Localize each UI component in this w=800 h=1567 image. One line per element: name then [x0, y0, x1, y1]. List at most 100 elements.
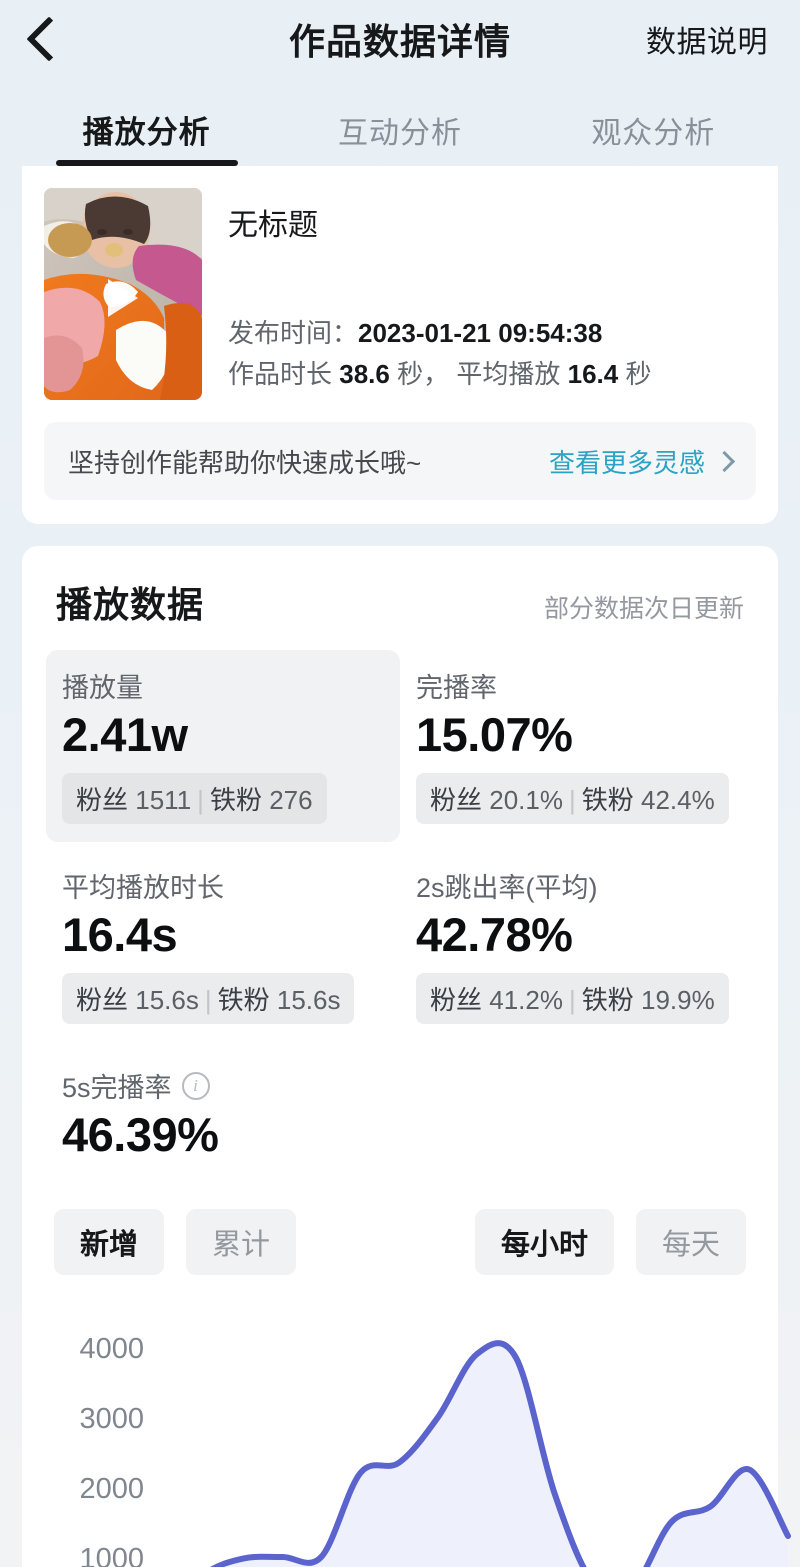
fans-label: 粉丝: [430, 785, 483, 816]
video-meta-lines: 发布时间：2023-01-21 09:54:38 作品时长 38.6 秒， 平均…: [228, 313, 756, 400]
chart-metric-toggle-group: 新增 累计: [54, 1209, 297, 1276]
metric-play-count[interactable]: 播放量 2.41w 粉丝 1511 | 铁粉 276: [46, 650, 400, 843]
play-data-note: 部分数据次日更新: [543, 595, 744, 623]
publish-time-label: 发布时间：: [228, 318, 359, 349]
metric-label: 2s跳出率(平均): [416, 866, 738, 905]
publish-time-line: 发布时间：2023-01-21 09:54:38: [228, 313, 756, 353]
fans-label: 粉丝: [76, 985, 129, 1016]
video-thumbnail[interactable]: [44, 188, 202, 400]
play-trend-chart[interactable]: 1000 2000 3000 4000: [46, 1297, 791, 1567]
play-data-header: 播放数据 部分数据次日更新: [46, 576, 754, 628]
metric-label: 播放量: [62, 666, 384, 705]
iron-fans-value: 276: [269, 785, 313, 816]
breakdown-separator: |: [204, 985, 212, 1016]
y-axis-tick-label: 1000: [79, 1543, 144, 1567]
banner-link-label: 查看更多灵感: [548, 447, 705, 478]
fans-value: 15.6s: [135, 985, 199, 1016]
inspiration-banner[interactable]: 坚持创作能帮助你快速成长哦~ 查看更多灵感: [44, 422, 756, 500]
iron-fans-label: 铁粉: [581, 985, 634, 1016]
chart-granularity-toggle-group: 每小时 每天: [474, 1209, 746, 1276]
chart-area-fill: [217, 1343, 788, 1567]
back-button[interactable]: [0, 0, 90, 78]
chevron-left-icon: [26, 16, 72, 62]
video-title: 无标题: [228, 209, 318, 242]
duration-separator: ，: [423, 358, 450, 389]
tab-label: 互动分析: [337, 117, 462, 150]
avg-play-value: 16.4: [567, 358, 619, 389]
metric-breakdown: 粉丝 20.1% | 铁粉 42.4%: [416, 773, 729, 825]
fans-value: 41.2%: [489, 985, 563, 1016]
video-row: 无标题 发布时间：2023-01-21 09:54:38 作品时长 38.6 秒…: [44, 188, 756, 400]
play-triangle-icon: [108, 279, 138, 318]
chart-svg: 1000 2000 3000 4000: [79, 1333, 791, 1567]
chart-filter-row: 新增 累计 每小时 每天: [46, 1209, 754, 1276]
video-meta: 无标题 发布时间：2023-01-21 09:54:38 作品时长 38.6 秒…: [228, 188, 756, 400]
y-axis-tick-label: 3000: [79, 1403, 144, 1435]
publish-time-value: 2023-01-21 09:54:38: [358, 318, 603, 349]
metric-label-text: 平均播放时长: [62, 873, 224, 904]
metric-2s-bounce-rate[interactable]: 2s跳出率(平均) 42.78% 粉丝 41.2% | 铁粉 19.9%: [400, 850, 754, 1042]
metric-value: 46.39%: [62, 1108, 219, 1162]
metric-breakdown: 粉丝 41.2% | 铁粉 19.9%: [416, 973, 729, 1025]
metric-label-text: 播放量: [62, 673, 143, 703]
tab-bar: 播放分析 互动分析 观众分析: [0, 78, 800, 166]
metric-value: 2.41w: [62, 708, 188, 761]
duration-value: 38.6: [339, 358, 390, 389]
tab-play-analysis[interactable]: 播放分析: [20, 107, 273, 166]
metric-breakdown: 粉丝 1511 | 铁粉 276: [62, 773, 327, 825]
duration-line: 作品时长 38.6 秒， 平均播放 16.4 秒: [228, 354, 756, 394]
metric-label-text: 2s跳出率(平均): [416, 873, 598, 904]
metric-completion-rate[interactable]: 完播率 15.07% 粉丝 20.1% | 铁粉 42.4%: [400, 650, 754, 842]
metric-label-text: 5s完播率: [62, 1073, 172, 1104]
fans-label: 粉丝: [430, 985, 483, 1016]
breakdown-separator: |: [568, 785, 576, 816]
info-circle-icon[interactable]: i: [181, 1071, 210, 1100]
banner-text: 坚持创作能帮助你快速成长哦~: [68, 447, 422, 478]
breakdown-separator: |: [197, 785, 204, 816]
y-axis-tick-label: 4000: [79, 1333, 144, 1365]
chip-daily[interactable]: 每天: [635, 1209, 746, 1276]
iron-fans-label: 铁粉: [209, 785, 262, 816]
play-data-title: 播放数据: [56, 584, 205, 625]
iron-fans-value: 19.9%: [641, 985, 715, 1016]
iron-fans-value: 42.4%: [641, 785, 715, 816]
chip-new[interactable]: 新增: [54, 1209, 165, 1276]
view-more-inspiration-link[interactable]: 查看更多灵感: [548, 443, 736, 480]
metrics-grid: 播放量 2.41w 粉丝 1511 | 铁粉 276 完播率 15.07% 粉丝 2…: [46, 650, 754, 1183]
metric-label-text: 完播率: [416, 673, 497, 703]
fans-value: 20.1%: [489, 785, 563, 816]
metric-breakdown: 粉丝 15.6s | 铁粉 15.6s: [62, 973, 355, 1025]
y-axis-tick-label: 2000: [79, 1473, 144, 1505]
chevron-right-icon: [713, 450, 736, 472]
metric-value: 16.4s: [62, 908, 178, 962]
chip-hourly[interactable]: 每小时: [474, 1209, 614, 1276]
tab-audience-analysis[interactable]: 观众分析: [527, 108, 780, 166]
data-description-button[interactable]: 数据说明: [646, 17, 768, 61]
metric-5s-completion-rate[interactable]: 5s完播率 i 46.39%: [46, 1050, 400, 1183]
fans-value: 1511: [135, 785, 192, 816]
navbar: 作品数据详情 数据说明: [0, 0, 800, 78]
app-root: 作品数据详情 数据说明 播放分析 互动分析 观众分析 无标题 发布时间：2023…: [0, 0, 800, 1567]
metric-label: 5s完播率 i: [62, 1066, 384, 1105]
avg-play-label: 平均播放: [456, 358, 561, 389]
chip-cumulative[interactable]: 累计: [186, 1209, 297, 1276]
avg-play-unit: 秒: [625, 358, 652, 389]
play-data-card: 播放数据 部分数据次日更新 播放量 2.41w 粉丝 1511 | 铁粉 276 完…: [22, 546, 791, 1567]
metric-label: 平均播放时长: [62, 866, 384, 905]
video-info-card: 无标题 发布时间：2023-01-21 09:54:38 作品时长 38.6 秒…: [22, 166, 778, 524]
tab-label: 播放分析: [82, 115, 211, 150]
metric-value: 42.78%: [416, 908, 573, 962]
duration-unit: 秒: [397, 358, 424, 389]
tab-active-indicator: [55, 160, 238, 166]
metric-label: 完播率: [416, 666, 738, 705]
iron-fans-label: 铁粉: [217, 985, 270, 1016]
duration-label: 作品时长: [228, 358, 333, 389]
metric-avg-play-duration[interactable]: 平均播放时长 16.4s 粉丝 15.6s | 铁粉 15.6s: [46, 850, 400, 1042]
iron-fans-label: 铁粉: [581, 785, 634, 816]
tab-label: 观众分析: [591, 117, 716, 150]
fans-label: 粉丝: [76, 785, 129, 816]
tab-interaction-analysis[interactable]: 互动分析: [273, 108, 526, 166]
metric-value: 15.07%: [416, 708, 573, 761]
iron-fans-value: 15.6s: [276, 985, 341, 1016]
breakdown-separator: |: [568, 985, 576, 1016]
